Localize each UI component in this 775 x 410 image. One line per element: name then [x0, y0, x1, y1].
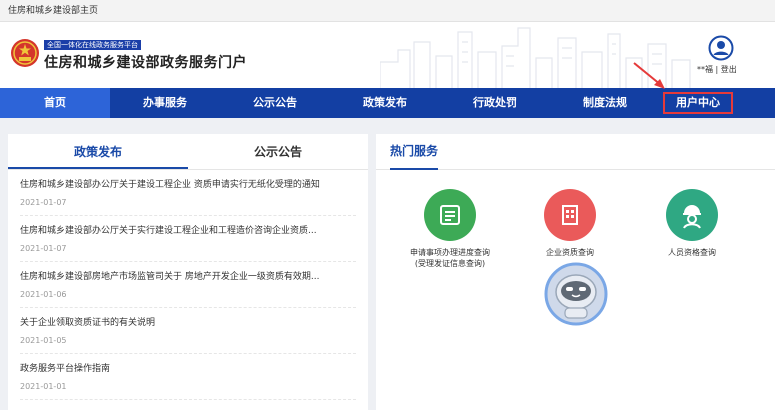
news-tabs: 政策发布 公示公告: [8, 134, 368, 170]
nav-item-services[interactable]: 办事服务: [110, 88, 220, 118]
list-item-title[interactable]: 关于企业领取资质证书的有关说明: [20, 315, 356, 328]
hot-services-header: 热门服务: [376, 134, 775, 170]
service-label: 申请事项办理进度查询 (受理发证信息查询): [395, 247, 505, 269]
list-item-date: 2021-01-07: [20, 244, 67, 253]
service-progress-query[interactable]: 申请事项办理进度查询 (受理发证信息查询): [395, 189, 505, 269]
user-links-separator: |: [715, 65, 719, 74]
service-label-line1: 人员资格查询: [668, 248, 716, 257]
tab-policy-release[interactable]: 政策发布: [8, 134, 188, 169]
chat-assistant-robot-icon[interactable]: [543, 262, 609, 326]
hot-services-title: 热门服务: [390, 134, 439, 170]
list-item[interactable]: 住房和城乡建设部房地产市场监管司关于 房地产开发企业一级资质有效期... 202…: [20, 262, 356, 308]
service-circle[interactable]: [424, 189, 476, 241]
service-personnel-qualification-query[interactable]: 人员资格查询: [637, 189, 747, 258]
nav-item-regulations[interactable]: 制度法规: [550, 88, 660, 118]
service-enterprise-qualification-query[interactable]: 企业资质查询: [515, 189, 625, 258]
service-label-line1: 企业资质查询: [546, 248, 594, 257]
service-circle[interactable]: [666, 189, 718, 241]
list-item-title[interactable]: 住房和城乡建设部办公厅关于实行建设工程企业和工程造价咨询企业资质...: [20, 223, 356, 236]
list-item-date: 2021-01-06: [20, 290, 67, 299]
main-nav: 首页 办事服务 公示公告 政策发布 行政处罚 制度法规 用户中心: [0, 88, 775, 118]
service-circle[interactable]: [544, 189, 596, 241]
news-list: 住房和城乡建设部办公厅关于建设工程企业 资质申请实行无纸化受理的通知 2021-…: [8, 170, 368, 400]
list-item[interactable]: 关于企业领取资质证书的有关说明 2021-01-05: [20, 308, 356, 354]
list-item-date: 2021-01-05: [20, 336, 67, 345]
user-links: **福 | 登出: [697, 64, 737, 75]
news-panel: 政策发布 公示公告 住房和城乡建设部办公厅关于建设工程企业 资质申请实行无纸化受…: [8, 134, 368, 410]
nav-item-home[interactable]: 首页: [0, 88, 110, 118]
service-label-line2: (受理发证信息查询): [414, 259, 486, 268]
nav-item-user-center[interactable]: 用户中心: [660, 88, 770, 118]
site-title: 住房和城乡建设部政务服务门户: [44, 55, 247, 71]
list-item-date: 2021-01-01: [20, 382, 67, 391]
list-item[interactable]: 政务服务平台操作指南 2021-01-01: [20, 354, 356, 400]
top-bar: 住房和城乡建设部主页: [0, 0, 775, 22]
worker-icon: [683, 205, 701, 229]
building-icon: [562, 205, 578, 225]
user-name[interactable]: **福: [697, 65, 713, 74]
nav-item-notices[interactable]: 公示公告: [220, 88, 330, 118]
list-item-title[interactable]: 住房和城乡建设部房地产市场监管司关于 房地产开发企业一级资质有效期...: [20, 269, 356, 282]
list-item-date: 2021-01-07: [20, 198, 67, 207]
list-item[interactable]: 住房和城乡建设部办公厅关于实行建设工程企业和工程造价咨询企业资质... 2021…: [20, 216, 356, 262]
user-avatar-icon[interactable]: [708, 35, 734, 61]
service-label: 人员资格查询: [637, 247, 747, 258]
nav-item-policy[interactable]: 政策发布: [330, 88, 440, 118]
tab-public-notices[interactable]: 公示公告: [188, 134, 368, 169]
nav-item-penalty[interactable]: 行政处罚: [440, 88, 550, 118]
national-emblem-icon: [11, 39, 39, 67]
list-item-title[interactable]: 住房和城乡建设部办公厅关于建设工程企业 资质申请实行无纸化受理的通知: [20, 177, 356, 190]
user-center-highlight-box[interactable]: 用户中心: [663, 92, 733, 114]
service-label: 企业资质查询: [515, 247, 625, 258]
list-item[interactable]: 住房和城乡建设部办公厅关于建设工程企业 资质申请实行无纸化受理的通知 2021-…: [20, 170, 356, 216]
service-label-line1: 申请事项办理进度查询: [410, 248, 490, 257]
red-arrow-annotation-icon: [633, 62, 665, 89]
logout-link[interactable]: 登出: [721, 65, 737, 74]
platform-slogan: 全国一体化在线政务服务平台: [44, 40, 141, 50]
list-icon: [440, 205, 460, 225]
list-item-title[interactable]: 政务服务平台操作指南: [20, 361, 356, 374]
ministry-homepage-link[interactable]: 住房和城乡建设部主页: [8, 6, 98, 16]
